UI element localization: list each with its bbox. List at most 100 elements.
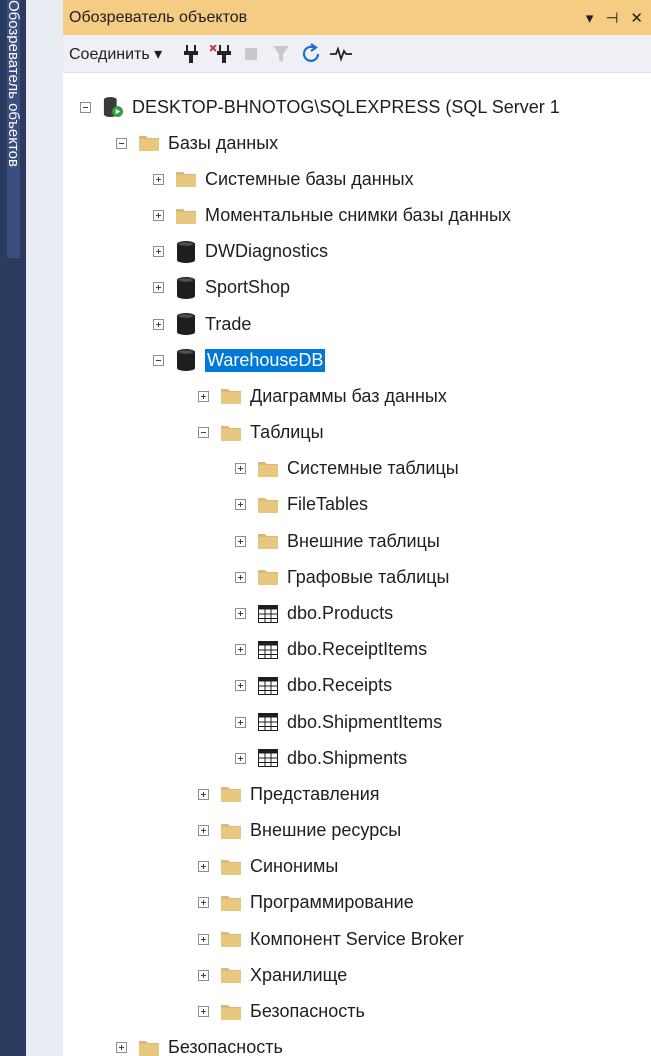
tree-node-folder[interactable]: Компонент Service Broker <box>198 921 464 957</box>
table-icon <box>258 711 278 733</box>
tree-node-label: Программирование <box>250 892 414 913</box>
expand-icon[interactable] <box>235 535 246 547</box>
tree-node-table[interactable]: dbo.Shipments <box>235 740 407 776</box>
tree-node-label: Системные базы данных <box>205 168 414 189</box>
side-tab-label: Обозреватель объектов <box>7 0 20 167</box>
toolbar: Соединить ▾ <box>63 35 651 73</box>
tree-node-database[interactable]: Trade <box>153 306 251 342</box>
database-icon <box>176 349 196 372</box>
tree-node-folder[interactable]: Диаграммы баз данных <box>198 378 447 414</box>
database-icon <box>176 276 196 299</box>
collapse-icon[interactable] <box>153 354 164 366</box>
tree-node-folder[interactable]: Представления <box>198 776 380 812</box>
tree-node-folder[interactable]: Базы данных <box>116 125 278 161</box>
tree-node-folder[interactable]: Хранилище <box>198 957 347 993</box>
expand-icon[interactable] <box>198 933 209 945</box>
expand-icon[interactable] <box>235 752 246 764</box>
tree-node-folder[interactable]: Программирование <box>198 885 414 921</box>
database-icon <box>176 240 196 263</box>
tree-node-folder[interactable]: Внешние ресурсы <box>198 813 401 849</box>
tree-node-label: Системные таблицы <box>287 458 459 479</box>
folder-icon <box>221 783 241 805</box>
expand-icon[interactable] <box>153 318 164 330</box>
expand-icon[interactable] <box>153 210 164 222</box>
tree-node-label: dbo.Receipts <box>287 675 393 696</box>
tree-node-label: Графовые таблицы <box>287 566 450 587</box>
collapse-icon[interactable] <box>116 137 127 149</box>
pin-icon[interactable]: ⊣ <box>605 9 618 27</box>
folder-icon <box>221 964 241 986</box>
tree-node-label: Базы данных <box>168 132 279 153</box>
table-icon <box>258 603 278 625</box>
panel-title-bar: Обозреватель объектов ▾ ⊣ ✕ <box>63 0 651 35</box>
table-icon <box>258 675 278 697</box>
folder-icon <box>221 1001 241 1023</box>
refresh-icon[interactable] <box>296 39 326 69</box>
expand-icon[interactable] <box>198 969 209 981</box>
tree-node-label: dbo.Shipments <box>287 747 408 768</box>
expand-icon[interactable] <box>153 246 164 258</box>
table-icon <box>258 639 278 661</box>
tree-node-label: Диаграммы баз данных <box>250 385 447 406</box>
tree-node-table[interactable]: dbo.Receipts <box>235 668 392 704</box>
tree-node-database[interactable]: SportShop <box>153 270 290 306</box>
connect-button[interactable]: Соединить ▾ <box>69 44 162 64</box>
tree-node-table[interactable]: dbo.Products <box>235 596 393 632</box>
server-icon <box>103 96 123 118</box>
tree-node-folder[interactable]: Внешние таблицы <box>235 523 440 559</box>
tree-node-database[interactable]: DWDiagnostics <box>153 234 328 270</box>
expand-icon[interactable] <box>198 1006 209 1017</box>
tree-node-folder[interactable]: Графовые таблицы <box>235 559 449 595</box>
connect-plug-icon[interactable] <box>176 39 206 69</box>
tree-node-label: DESKTOP-BHNOTOG\SQLEXPRESS (SQL Server 1 <box>132 96 560 117</box>
expand-icon[interactable] <box>116 1042 127 1054</box>
tree-node-folder[interactable]: Безопасность <box>198 994 365 1030</box>
folder-icon <box>139 1037 159 1056</box>
tree-node-folder[interactable]: Синонимы <box>198 849 338 885</box>
expand-icon[interactable] <box>198 897 209 909</box>
expand-icon[interactable] <box>198 825 209 837</box>
expand-icon[interactable] <box>235 463 246 475</box>
tree-node-database[interactable]: WarehouseDB <box>153 342 326 378</box>
tree-node-label: Безопасность <box>250 1001 365 1021</box>
tree-node-folder[interactable]: Моментальные снимки базы данных <box>153 198 511 234</box>
table-icon <box>258 747 278 769</box>
tree-node-label: Компонент Service Broker <box>250 928 464 949</box>
filter-icon[interactable] <box>266 39 296 69</box>
disconnect-plug-icon[interactable] <box>206 39 236 69</box>
expand-icon[interactable] <box>235 571 246 583</box>
expand-icon[interactable] <box>153 282 164 294</box>
tree-node-label: Представления <box>250 783 380 804</box>
tree-node-folder[interactable]: Безопасность <box>116 1030 283 1056</box>
collapse-icon[interactable] <box>198 427 209 439</box>
tree-node-server[interactable]: DESKTOP-BHNOTOG\SQLEXPRESS (SQL Server 1 <box>80 89 560 125</box>
stop-icon[interactable] <box>236 39 266 69</box>
expand-icon[interactable] <box>235 680 246 692</box>
tree-node-folder[interactable]: Системные базы данных <box>153 161 414 197</box>
dropdown-icon[interactable]: ▾ <box>586 9 594 27</box>
tree-node-label: Таблицы <box>250 422 324 443</box>
tree-node-folder[interactable]: FileTables <box>235 487 368 523</box>
expand-icon[interactable] <box>235 644 246 656</box>
tree-node-table[interactable]: dbo.ReceiptItems <box>235 632 427 668</box>
folder-icon <box>258 458 278 480</box>
expand-icon[interactable] <box>198 788 209 800</box>
collapse-icon[interactable] <box>80 101 91 113</box>
expand-icon[interactable] <box>235 608 246 620</box>
folder-icon <box>139 132 159 154</box>
folder-icon <box>221 385 241 407</box>
database-icon <box>176 313 196 336</box>
activity-monitor-icon[interactable] <box>326 39 356 69</box>
tree-node-label: dbo.ReceiptItems <box>287 639 428 660</box>
expand-icon[interactable] <box>153 173 164 185</box>
close-icon[interactable]: ✕ <box>630 9 643 27</box>
folder-icon <box>258 530 278 552</box>
expand-icon[interactable] <box>235 499 246 511</box>
tree-node-label: SportShop <box>205 277 291 298</box>
expand-icon[interactable] <box>198 390 209 402</box>
tree-node-folder[interactable]: Системные таблицы <box>235 451 459 487</box>
tree-node-table[interactable]: dbo.ShipmentItems <box>235 704 442 740</box>
expand-icon[interactable] <box>198 861 209 873</box>
expand-icon[interactable] <box>235 716 246 728</box>
tree-node-folder[interactable]: Таблицы <box>198 415 324 451</box>
